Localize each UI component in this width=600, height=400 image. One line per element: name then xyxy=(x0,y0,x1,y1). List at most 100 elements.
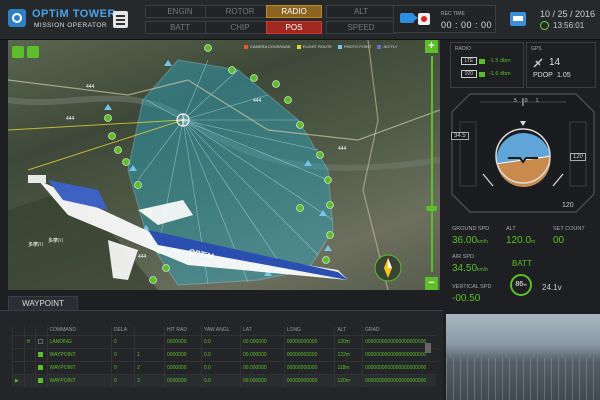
app-title: OPTiM TOWER xyxy=(32,8,116,20)
rec-panel: REC TIME 00 : 00 : 00 xyxy=(393,5,496,33)
legend-item: CAMERA COVERAGE xyxy=(244,44,291,49)
long-cell: 00000000000 xyxy=(283,360,335,374)
radio-lte-label: LTE xyxy=(461,57,477,65)
app-subtitle: MISSION OPERATOR xyxy=(34,22,108,29)
table-row[interactable]: H LANDING 0 0000000 0.0 00.000000 00000000000 1… xyxy=(12,334,436,348)
lat-cell: 00.000000 xyxy=(240,360,285,374)
status-button-rotor[interactable]: ROTOR xyxy=(205,5,275,18)
index-cell: 3 xyxy=(134,373,165,387)
camera-icon[interactable] xyxy=(400,13,418,23)
command-cell[interactable]: WAYPOINT xyxy=(46,360,112,374)
home-flag-cell: H xyxy=(23,334,36,348)
status-button-radio[interactable]: RADIO xyxy=(266,5,322,18)
radio-920-value: -1.6 dbm xyxy=(489,71,511,77)
gps-label: GPS xyxy=(531,46,542,52)
settings-gear-icon[interactable] xyxy=(12,46,24,58)
row-checkbox[interactable] xyxy=(38,338,44,344)
long-cell: 00000000000 xyxy=(283,373,335,387)
map-label: 444 xyxy=(66,116,75,122)
column-header xyxy=(134,326,165,335)
column-header: COMMAND xyxy=(46,326,112,335)
home-flag-cell xyxy=(23,360,36,374)
command-cell[interactable]: WAYPOINT xyxy=(46,373,112,387)
camera-video-feed[interactable] xyxy=(446,314,600,400)
table-row[interactable]: WAYPOINT 0 2 0000000 0.0 00.000000 00000000000… xyxy=(12,360,436,374)
clock-icon xyxy=(540,21,549,30)
index-cell: 2 xyxy=(134,360,165,374)
battery-voltage: 24.1v xyxy=(542,283,562,292)
lat-cell: 00.000000 xyxy=(240,373,285,387)
zoom-out-button[interactable]: − xyxy=(425,277,438,290)
radio-box: RADIO LTE -1.5 dbm 920 -1.6 dbm xyxy=(450,42,524,88)
row-checkbox[interactable] xyxy=(38,364,44,370)
grad-cell: 0000000000000000000000 xyxy=(362,360,436,374)
status-button-pos[interactable]: POS xyxy=(266,21,322,34)
yaw-cell: 0.0 xyxy=(200,347,241,361)
table-scrollbar[interactable] xyxy=(425,343,431,353)
row-checkbox[interactable] xyxy=(38,351,44,357)
hamburger-menu-button[interactable] xyxy=(113,11,128,28)
row-checkbox[interactable] xyxy=(38,377,44,383)
zoom-slider-thumb[interactable] xyxy=(426,206,437,211)
altitude-tape-value: 120 xyxy=(570,153,587,161)
map-label: 444 xyxy=(138,254,147,260)
hit-rad-cell: 0000000 xyxy=(164,360,202,374)
gps-pdop-value: 1.05 xyxy=(557,72,571,79)
zoom-in-button[interactable]: + xyxy=(425,40,438,53)
column-header: HIT RAD xyxy=(164,326,202,335)
layers-icon[interactable] xyxy=(27,46,39,58)
yaw-cell: 0.0 xyxy=(200,360,241,374)
legend-item: NO FLY xyxy=(377,44,398,49)
status-button-chip[interactable]: CHIP xyxy=(205,21,275,34)
status-button-alt[interactable]: ALT xyxy=(326,5,396,18)
waypoint-panel: COMMAND DELA HIT RAD YAW ANGL LAT LONG ALT GRAD… xyxy=(0,310,443,400)
radio-label: RADIO xyxy=(455,46,471,52)
legend-swatch xyxy=(337,44,342,49)
legend-swatch xyxy=(244,44,248,49)
satellite-icon[interactable] xyxy=(510,12,526,26)
map-label: 444 xyxy=(338,146,347,152)
tab-waypoint[interactable]: WAYPOINT xyxy=(8,296,78,310)
menu-bar-icon xyxy=(116,19,125,21)
column-header: LAT xyxy=(240,326,285,335)
legend-label: FLIGHT ROUTE xyxy=(302,44,332,49)
flight-map[interactable]: OPTiM 444 444 444 444 444 多摩川 多摩川 CAMERA… xyxy=(8,40,440,290)
column-header: LONG xyxy=(283,326,335,335)
legend-label: NO FLY xyxy=(383,44,398,49)
record-icon[interactable] xyxy=(418,13,430,25)
column-header: ALT xyxy=(334,326,363,335)
ground-speed-value: 36.00km/h xyxy=(452,235,488,246)
delay-cell: 0 xyxy=(111,360,135,374)
radio-lte-signal xyxy=(479,59,485,64)
speed-tape-value: 34.5 xyxy=(451,132,469,140)
map-label: 444 xyxy=(86,84,95,90)
index-cell: 1 xyxy=(134,347,165,361)
table-row[interactable]: ▶ WAYPOINT 0 3 0000000 0.0 00.000000 0000000000… xyxy=(12,373,436,387)
zoom-track[interactable] xyxy=(431,56,433,272)
legend-item: FLIGHT ROUTE xyxy=(296,44,332,49)
home-flag-cell xyxy=(23,373,36,387)
radio-920-signal xyxy=(479,72,485,77)
vertical-speed-label: VERTICAL SPD xyxy=(452,284,492,290)
heading-tape: 501 xyxy=(514,98,547,104)
command-cell[interactable]: WAYPOINT xyxy=(46,347,112,361)
map-label: 444 xyxy=(253,98,262,104)
compass-icon[interactable] xyxy=(374,254,402,282)
index-cell xyxy=(134,334,165,348)
altitude-bottom-value: 120 xyxy=(562,202,574,209)
command-cell[interactable]: LANDING xyxy=(46,334,112,348)
alt-cell: 118m xyxy=(334,360,363,374)
status-button-speed[interactable]: SPEED xyxy=(326,21,396,34)
table-row[interactable]: WAYPOINT 0 1 0000000 0.0 00.000000 00000000000… xyxy=(12,347,436,361)
battery-percent: 86 xyxy=(515,281,524,288)
long-cell: 00000000000 xyxy=(283,334,335,348)
row-marker-cell: ▶ xyxy=(12,373,25,387)
vertical-speed-value: -00.50 xyxy=(452,293,481,304)
set-count-value: 00 xyxy=(553,235,565,246)
column-header: YAW ANGL xyxy=(200,326,241,335)
map-label: 多摩川 xyxy=(48,237,63,244)
legend-label: CAMERA COVERAGE xyxy=(250,44,291,49)
rec-time-value: 00 : 00 : 00 xyxy=(441,20,493,30)
alt-label: ALT xyxy=(506,226,516,232)
current-time: 13:56:01 xyxy=(553,21,585,30)
